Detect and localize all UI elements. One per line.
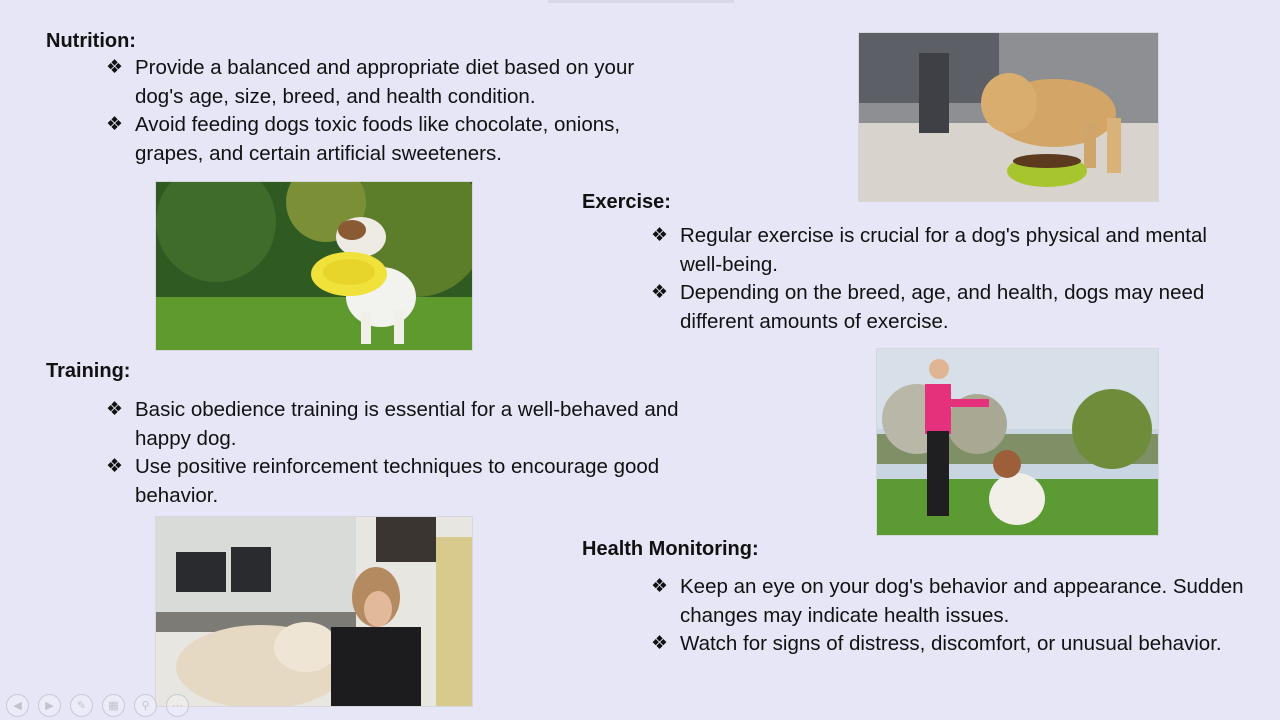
more-options-icon[interactable]: ⋯ <box>166 694 189 717</box>
dog-training-photo <box>876 348 1159 536</box>
nutrition-bullet-list: ❖ Provide a balanced and appropriate diet… <box>106 54 686 168</box>
list-item: ❖ Basic obedience training is essential f… <box>106 398 679 450</box>
health-check-photo <box>155 516 473 707</box>
exercise-heading: Exercise: <box>582 191 671 213</box>
health-monitoring-heading: Health Monitoring: <box>582 538 759 560</box>
list-item: ❖ Provide a balanced and appropriate diet… <box>106 56 635 108</box>
health-bullet-list: ❖ Keep an eye on your dog's behavior and… <box>651 573 1276 659</box>
dog-frisbee-photo <box>155 181 473 351</box>
dog-eating-photo <box>858 32 1159 202</box>
bullet-diamond-icon: ❖ <box>651 225 669 246</box>
bullet-diamond-icon: ❖ <box>106 399 124 420</box>
slides-grid-icon[interactable]: ▦ <box>102 694 125 717</box>
list-item: ❖ Watch for signs of distress, discomfort… <box>651 630 1276 659</box>
bullet-diamond-icon: ❖ <box>651 633 669 655</box>
list-item: ❖ Depending on the breed, age, and health… <box>651 281 1205 333</box>
list-item: ❖ Regular exercise is crucial for a dog's… <box>651 224 1207 276</box>
next-slide-icon[interactable]: ▶ <box>38 694 61 717</box>
previous-slide-icon[interactable]: ◀ <box>6 694 29 717</box>
list-item: ❖ Keep an eye on your dog's behavior and… <box>651 575 1244 627</box>
bullet-diamond-icon: ❖ <box>651 282 669 304</box>
bullet-diamond-icon: ❖ <box>106 456 124 478</box>
bullet-diamond-icon: ❖ <box>106 57 124 78</box>
bullet-diamond-icon: ❖ <box>106 114 124 136</box>
list-item: ❖ Avoid feeding dogs toxic foods like cho… <box>106 113 621 165</box>
slide-top-edge <box>548 0 734 3</box>
zoom-icon[interactable]: ⚲ <box>134 694 157 717</box>
bullet-diamond-icon: ❖ <box>651 576 669 597</box>
exercise-bullet-list: ❖ Regular exercise is crucial for a dog's… <box>651 222 1251 336</box>
nutrition-heading: Nutrition: <box>46 30 136 52</box>
list-item: ❖ Use positive reinforcement techniques t… <box>106 455 660 507</box>
pen-icon[interactable]: ✎ <box>70 694 93 717</box>
training-bullet-list: ❖ Basic obedience training is essential f… <box>106 396 726 510</box>
training-heading: Training: <box>46 360 131 382</box>
slideshow-toolbar: ◀ ▶ ✎ ▦ ⚲ ⋯ <box>6 694 189 717</box>
